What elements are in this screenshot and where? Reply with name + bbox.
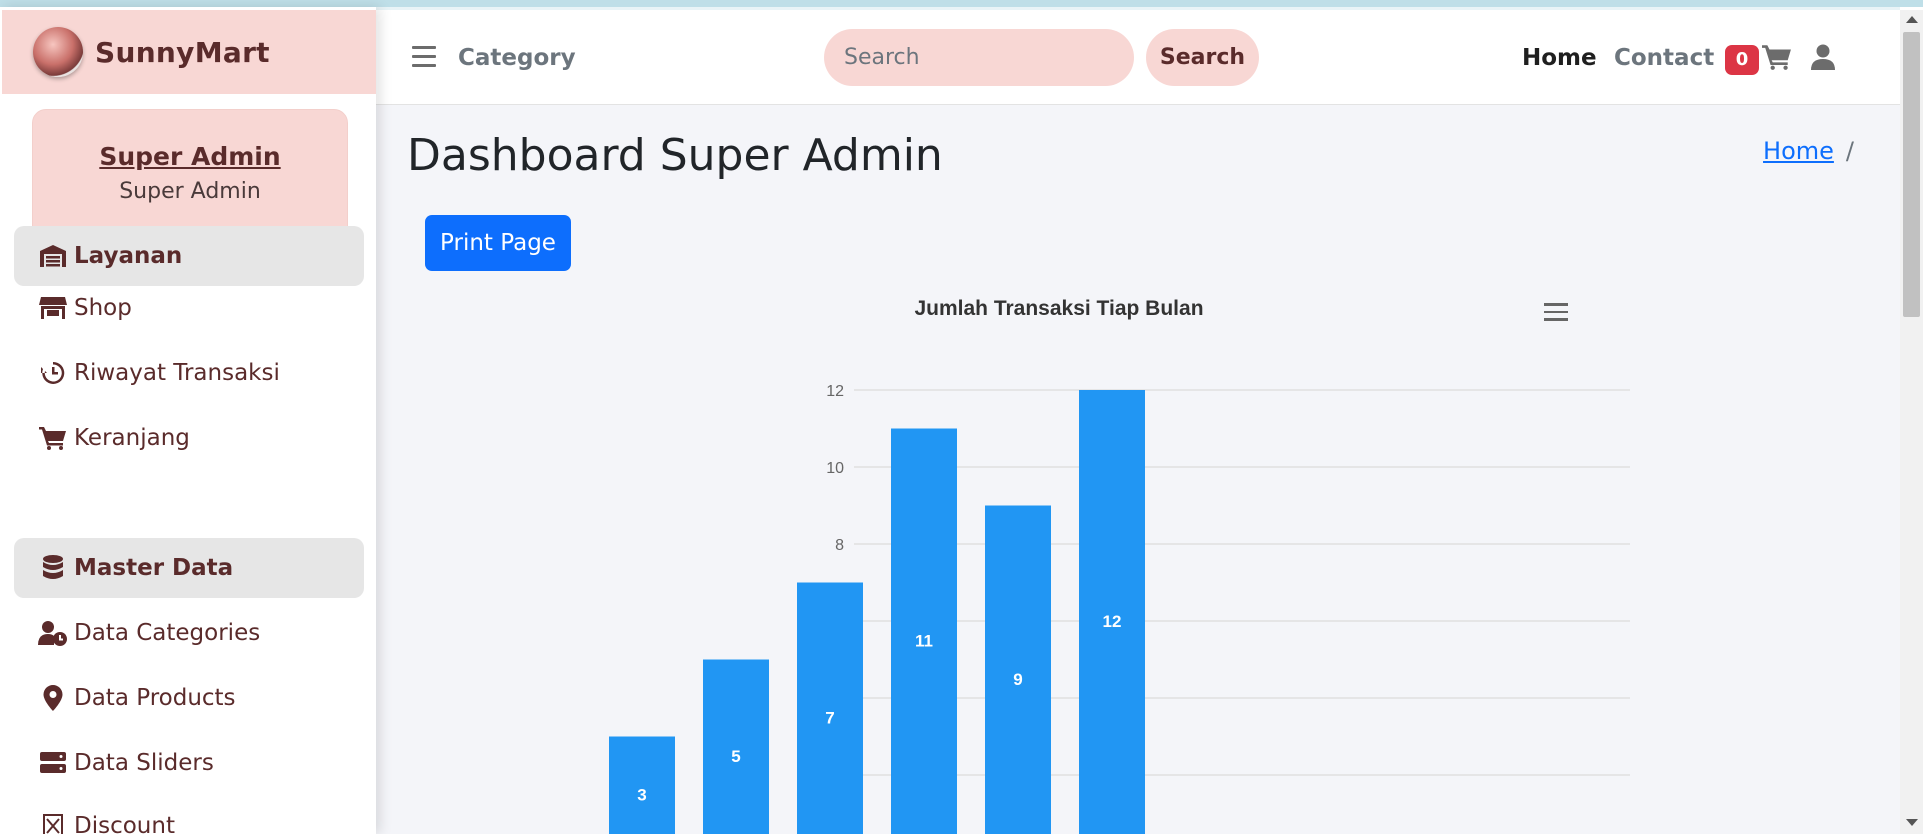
sidebar-item-shop[interactable]: Shop xyxy=(14,278,364,338)
bar-data-label: 11 xyxy=(915,631,933,650)
sidebar-item-label: Data Sliders xyxy=(74,750,214,776)
sidebar-item-label: Data Categories xyxy=(74,620,261,646)
hamburger-menu-icon[interactable] xyxy=(412,46,436,68)
sidebar-item-data-products[interactable]: Data Products xyxy=(14,668,364,728)
store-icon xyxy=(38,293,68,323)
brand[interactable]: SunnyMart xyxy=(2,10,376,94)
transactions-chart: Jumlah Transaksi Tiap Bulan 246810123571… xyxy=(530,295,1756,834)
sidebar-item-data-sliders[interactable]: Data Sliders xyxy=(14,733,364,793)
browser-top-strip xyxy=(0,0,1923,7)
main-content: Dashboard Super Admin Home / Print Page J… xyxy=(376,105,1900,834)
sidebar-item-data-categories[interactable]: Data Categories xyxy=(14,603,364,663)
user-name-link[interactable]: Super Admin xyxy=(33,142,347,171)
bar-data-label: 7 xyxy=(825,708,834,727)
brand-logo xyxy=(33,27,83,77)
bar-data-label: 5 xyxy=(731,747,740,766)
bar-data-label: 12 xyxy=(1103,612,1122,631)
shopping-cart-icon[interactable] xyxy=(1762,44,1792,74)
sidebar-item-label: Shop xyxy=(74,295,132,321)
ticket-icon xyxy=(38,811,68,834)
sidebar-header-master-data[interactable]: Master Data xyxy=(14,538,364,598)
scroll-up-arrow-icon[interactable] xyxy=(1906,16,1918,23)
user-role: Super Admin xyxy=(119,179,261,204)
sidebar-item-label: Data Products xyxy=(74,685,236,711)
y-tick-label: 10 xyxy=(826,460,844,477)
sidebar-item-keranjang[interactable]: Keranjang xyxy=(14,408,364,468)
cart-icon xyxy=(38,423,68,453)
sidebar-item-label: Master Data xyxy=(74,555,234,581)
bar-chart-svg: 2468101235711912 xyxy=(609,383,1756,834)
sidebar-header-layanan[interactable]: Layanan xyxy=(14,226,364,286)
y-tick-label: 12 xyxy=(826,383,844,400)
sidebar-item-discount[interactable]: Discount xyxy=(14,796,364,834)
sidebar-item-label: Keranjang xyxy=(74,425,190,451)
cart-count-badge[interactable]: 0 xyxy=(1725,45,1759,75)
scroll-thumb[interactable] xyxy=(1903,32,1920,317)
sidebar: SunnyMart Super Admin Super Admin Layana… xyxy=(0,7,376,834)
server-icon xyxy=(38,748,68,778)
chart-menu-icon[interactable] xyxy=(1544,303,1568,321)
breadcrumb-home-link[interactable]: Home xyxy=(1763,137,1834,165)
sidebar-item-label: Layanan xyxy=(74,243,183,269)
search-input[interactable] xyxy=(824,29,1134,86)
breadcrumb-separator: / xyxy=(1845,137,1854,165)
page-scrollbar[interactable] xyxy=(1900,10,1923,834)
top-navbar: Category Search Home Contact 0 xyxy=(376,10,1900,105)
bar-data-label: 3 xyxy=(637,785,646,804)
search-button[interactable]: Search xyxy=(1146,29,1259,86)
map-pin-icon xyxy=(38,683,68,713)
breadcrumb: Home / xyxy=(1763,137,1854,165)
user-account-icon[interactable] xyxy=(1811,44,1835,74)
sidebar-item-label: Riwayat Transaksi xyxy=(74,360,280,386)
warehouse-icon xyxy=(38,241,68,271)
scroll-down-arrow-icon[interactable] xyxy=(1906,819,1918,826)
database-icon xyxy=(38,553,68,583)
sidebar-item-label: Discount xyxy=(74,813,175,834)
page-title: Dashboard Super Admin xyxy=(407,130,943,181)
category-link[interactable]: Category xyxy=(458,45,576,71)
y-tick-label: 8 xyxy=(835,537,844,554)
history-icon xyxy=(38,358,68,388)
nav-contact-link[interactable]: Contact xyxy=(1614,45,1714,71)
bar-data-label: 9 xyxy=(1013,670,1022,689)
brand-name: SunnyMart xyxy=(95,35,270,69)
nav-home-link[interactable]: Home xyxy=(1522,45,1597,71)
print-page-button[interactable]: Print Page xyxy=(425,215,571,271)
sidebar-item-riwayat-transaksi[interactable]: Riwayat Transaksi xyxy=(14,343,364,403)
user-clock-icon xyxy=(38,618,68,648)
chart-title: Jumlah Transaksi Tiap Bulan xyxy=(914,297,1204,320)
